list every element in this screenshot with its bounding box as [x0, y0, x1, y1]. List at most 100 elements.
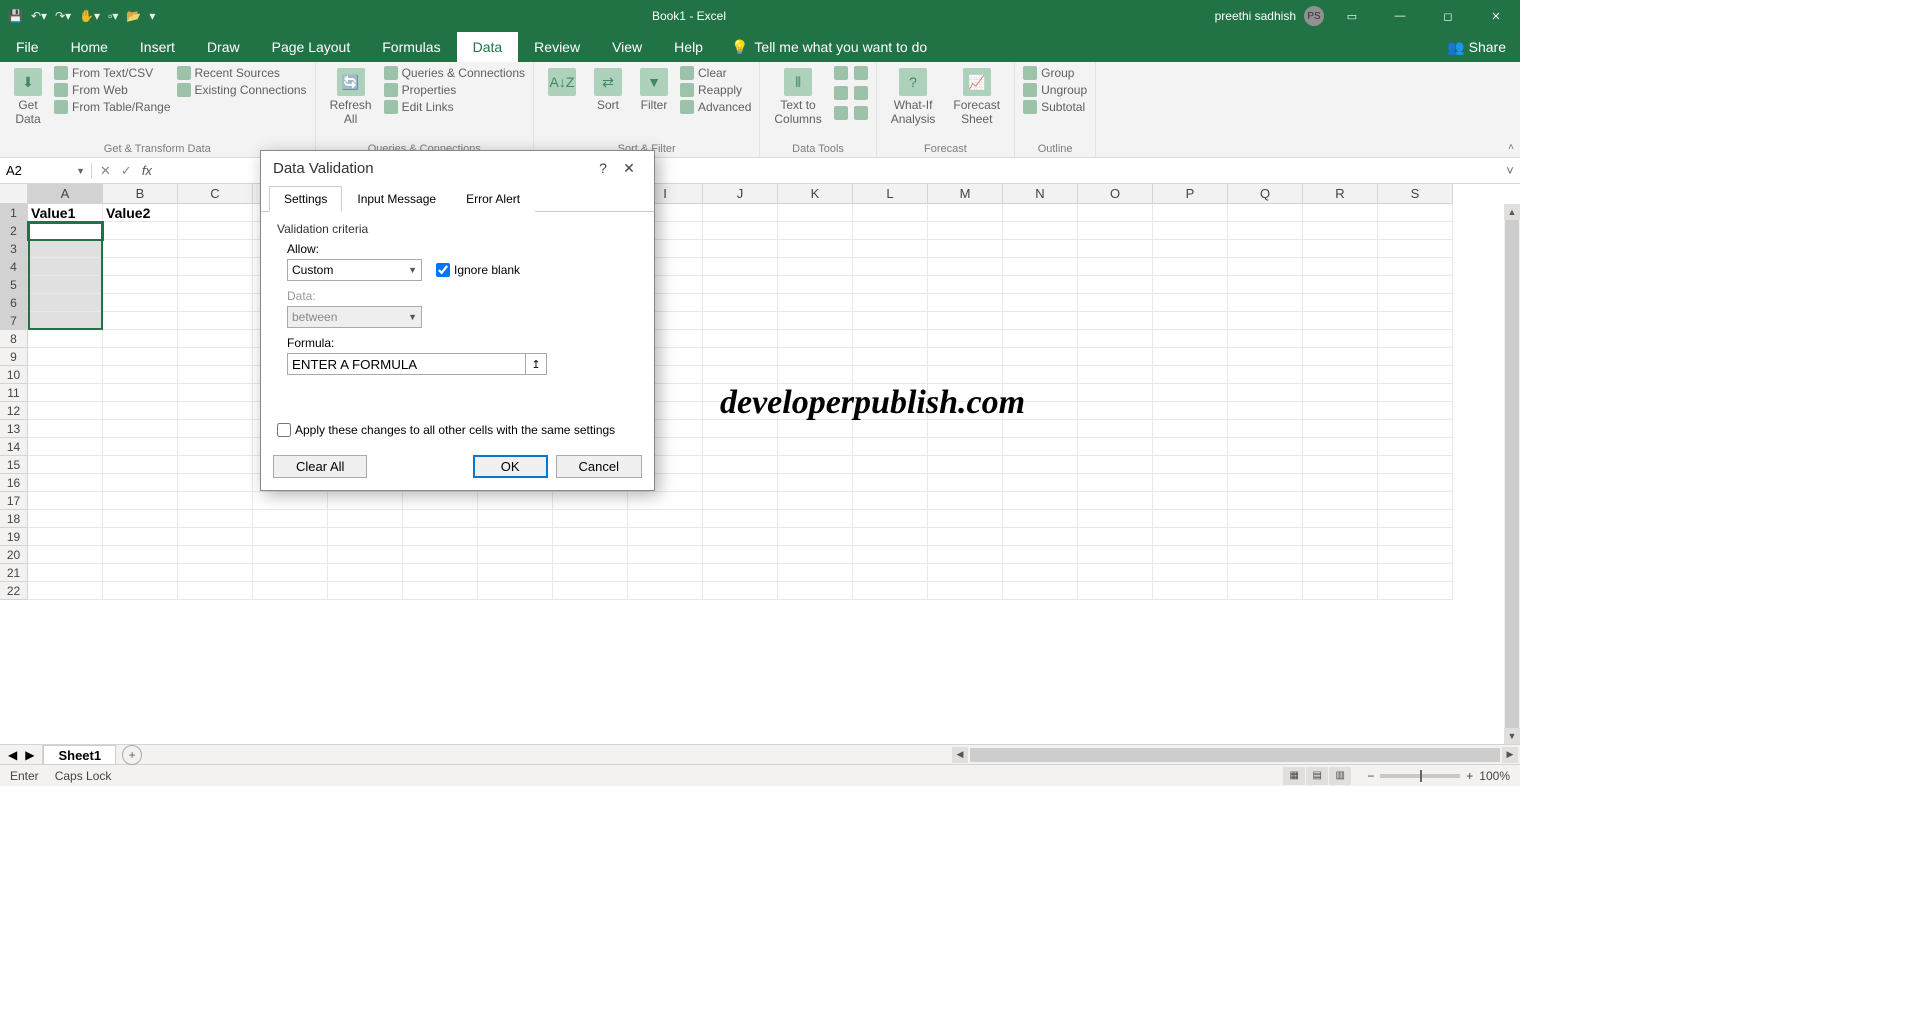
cell[interactable] — [703, 510, 778, 528]
tab-page-layout[interactable]: Page Layout — [256, 32, 367, 62]
cell[interactable] — [403, 510, 478, 528]
cell[interactable] — [103, 276, 178, 294]
cell[interactable] — [103, 240, 178, 258]
cell[interactable] — [703, 528, 778, 546]
cell[interactable] — [1228, 528, 1303, 546]
name-box[interactable]: A2 ▼ — [0, 163, 92, 178]
cell[interactable] — [703, 546, 778, 564]
cell[interactable] — [928, 312, 1003, 330]
cell[interactable] — [1303, 474, 1378, 492]
cell[interactable] — [1378, 402, 1453, 420]
cell[interactable] — [178, 366, 253, 384]
cell[interactable] — [28, 330, 103, 348]
cell[interactable] — [628, 582, 703, 600]
cell[interactable] — [703, 474, 778, 492]
cell[interactable] — [628, 510, 703, 528]
row-header[interactable]: 21 — [0, 564, 28, 582]
cell[interactable] — [178, 438, 253, 456]
row-header[interactable]: 17 — [0, 492, 28, 510]
cell[interactable] — [1153, 528, 1228, 546]
sheet-tab[interactable]: Sheet1 — [43, 745, 116, 764]
cell[interactable] — [1003, 420, 1078, 438]
row-header[interactable]: 22 — [0, 582, 28, 600]
cell[interactable] — [103, 582, 178, 600]
cell[interactable] — [178, 528, 253, 546]
sheet-nav-prev-icon[interactable]: ◀ — [8, 748, 17, 762]
cell[interactable] — [1003, 474, 1078, 492]
cell[interactable] — [778, 366, 853, 384]
cell[interactable] — [28, 276, 103, 294]
tell-me-search[interactable]: 💡 Tell me what you want to do — [719, 32, 939, 62]
cell[interactable] — [853, 528, 928, 546]
cell[interactable] — [1153, 276, 1228, 294]
existing-connections[interactable]: Existing Connections — [177, 83, 307, 97]
column-header[interactable]: K — [778, 184, 853, 204]
tab-review[interactable]: Review — [518, 32, 596, 62]
cell[interactable] — [328, 492, 403, 510]
cell[interactable] — [1003, 330, 1078, 348]
fx-icon[interactable]: fx — [142, 163, 152, 178]
row-header[interactable]: 7 — [0, 312, 28, 330]
cell[interactable] — [928, 564, 1003, 582]
from-table-range[interactable]: From Table/Range — [54, 100, 171, 114]
cell[interactable] — [1378, 384, 1453, 402]
cell[interactable] — [178, 276, 253, 294]
get-data-button[interactable]: ⬇Get Data — [8, 66, 48, 129]
ignore-blank-checkbox[interactable] — [436, 263, 450, 277]
cell[interactable] — [1153, 546, 1228, 564]
tab-help[interactable]: Help — [658, 32, 719, 62]
cell[interactable] — [1153, 348, 1228, 366]
cell[interactable] — [778, 456, 853, 474]
filter-button[interactable]: ▼Filter — [634, 66, 674, 114]
cell[interactable] — [1078, 366, 1153, 384]
row-header[interactable]: 5 — [0, 276, 28, 294]
page-break-view-icon[interactable]: ▥ — [1329, 767, 1351, 785]
cell[interactable] — [703, 492, 778, 510]
cell[interactable] — [1003, 528, 1078, 546]
cell[interactable] — [778, 546, 853, 564]
cell[interactable] — [1153, 564, 1228, 582]
cell[interactable] — [703, 294, 778, 312]
cell[interactable] — [403, 492, 478, 510]
cell[interactable] — [1378, 258, 1453, 276]
cell[interactable] — [853, 222, 928, 240]
cell[interactable] — [928, 204, 1003, 222]
zoom-out-icon[interactable]: − — [1367, 769, 1374, 783]
cell[interactable] — [103, 492, 178, 510]
cell[interactable] — [628, 564, 703, 582]
zoom-slider[interactable] — [1380, 774, 1460, 778]
queries-connections[interactable]: Queries & Connections — [384, 66, 525, 80]
cell[interactable] — [1303, 546, 1378, 564]
cell[interactable] — [1153, 510, 1228, 528]
cell[interactable] — [478, 546, 553, 564]
cell[interactable] — [1303, 438, 1378, 456]
cancel-icon[interactable]: ✕ — [100, 163, 111, 179]
cell[interactable] — [1003, 510, 1078, 528]
cell[interactable] — [1153, 366, 1228, 384]
cell[interactable] — [928, 528, 1003, 546]
cell[interactable] — [928, 222, 1003, 240]
cell[interactable] — [553, 528, 628, 546]
cell[interactable] — [1303, 510, 1378, 528]
cell[interactable] — [178, 294, 253, 312]
cell[interactable] — [28, 402, 103, 420]
cell[interactable] — [28, 258, 103, 276]
cell[interactable] — [778, 276, 853, 294]
normal-view-icon[interactable]: ▦ — [1283, 767, 1305, 785]
cell[interactable] — [1228, 402, 1303, 420]
cell[interactable] — [853, 240, 928, 258]
cell[interactable] — [703, 276, 778, 294]
cell[interactable] — [1228, 204, 1303, 222]
cell[interactable] — [1303, 564, 1378, 582]
cell[interactable] — [1078, 510, 1153, 528]
cell[interactable] — [1078, 384, 1153, 402]
scroll-left-icon[interactable]: ◀ — [952, 747, 968, 763]
cell[interactable] — [853, 492, 928, 510]
cell[interactable] — [328, 564, 403, 582]
row-header[interactable]: 11 — [0, 384, 28, 402]
cell[interactable] — [1003, 546, 1078, 564]
cell[interactable] — [1303, 222, 1378, 240]
dialog-tab-settings[interactable]: Settings — [269, 186, 342, 212]
cell[interactable] — [928, 276, 1003, 294]
row-header[interactable]: 13 — [0, 420, 28, 438]
